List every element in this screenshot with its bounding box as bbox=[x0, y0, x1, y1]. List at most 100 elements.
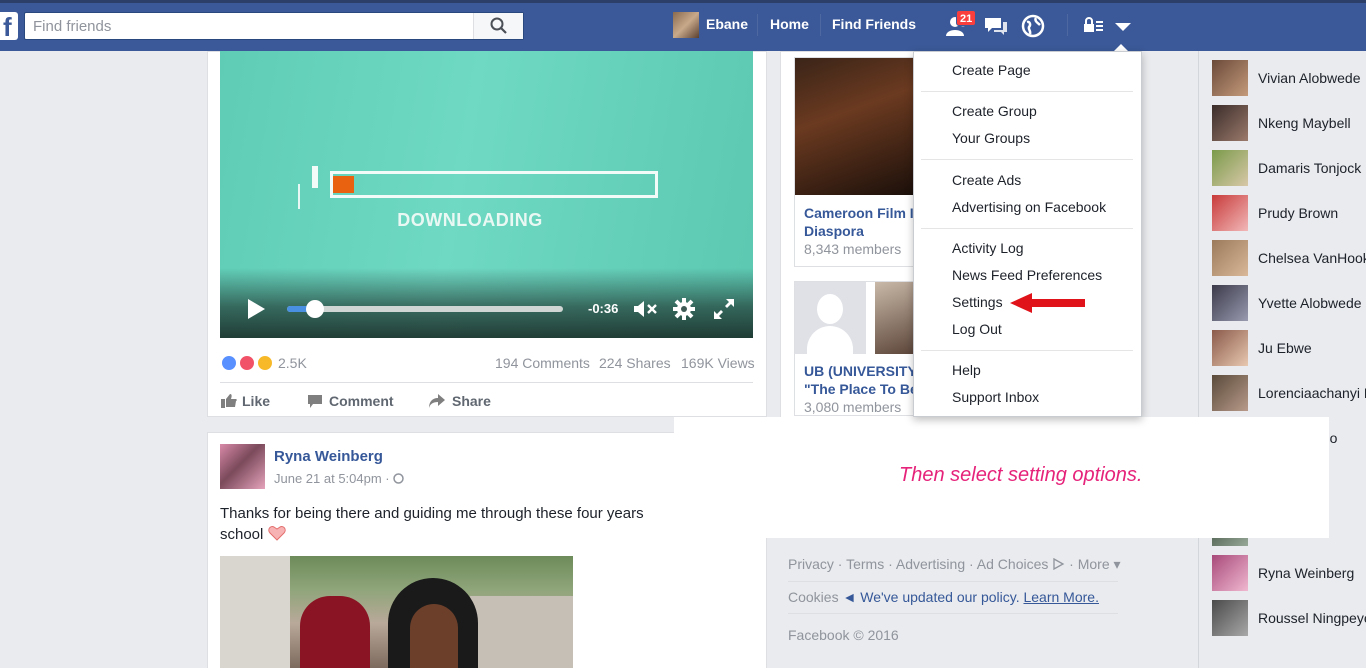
chat-contact[interactable]: Prudy Brown bbox=[1212, 195, 1366, 231]
video-overlay-text: DOWNLOADING bbox=[397, 210, 543, 230]
friend-requests-badge: 21 bbox=[956, 10, 977, 26]
search-input[interactable]: Find friends bbox=[33, 18, 111, 35]
menu-divider bbox=[921, 159, 1133, 160]
chat-contact-name: Nkeng Maybell bbox=[1258, 115, 1351, 131]
menu-item-create-ads[interactable]: Create Ads bbox=[952, 172, 1021, 188]
chat-contact-avatar bbox=[1212, 60, 1248, 96]
settings-gear-icon[interactable] bbox=[672, 297, 696, 321]
post-body: Thanks for being there and guiding me th… bbox=[220, 503, 680, 545]
search-button[interactable] bbox=[473, 13, 523, 39]
download-progress-fill bbox=[333, 176, 354, 193]
video-graphic-mark bbox=[298, 184, 300, 209]
menu-item-help[interactable]: Help bbox=[952, 362, 981, 378]
comments-count[interactable]: 194 Comments bbox=[495, 355, 590, 371]
photo-stone-sign bbox=[470, 596, 573, 668]
chat-contact[interactable]: Yvette Alobwede bbox=[1212, 285, 1366, 321]
chat-contact[interactable]: Lorenciaachanyi L bbox=[1212, 375, 1366, 411]
views-count: 169K Views bbox=[681, 355, 755, 371]
menu-item-log-out[interactable]: Log Out bbox=[952, 321, 1002, 337]
copyright: Facebook © 2016 bbox=[788, 627, 899, 643]
post-text-line: Thanks for being there and guiding me th… bbox=[220, 505, 644, 522]
video-seek-handle[interactable] bbox=[306, 300, 324, 318]
group-members: 8,343 members bbox=[804, 241, 902, 257]
footer-link-list[interactable]: Privacy · Terms · Advertising · Ad Choic… bbox=[788, 556, 1048, 572]
chat-contact-name: Ryna Weinberg bbox=[1258, 565, 1355, 581]
photo-person-gown bbox=[300, 596, 370, 668]
chat-contact-avatar bbox=[1212, 330, 1248, 366]
poster-name[interactable]: Ryna Weinberg bbox=[274, 448, 383, 465]
chat-contact-avatar bbox=[1212, 285, 1248, 321]
home-link[interactable]: Home bbox=[770, 16, 809, 32]
chat-contact[interactable]: Damaris Tonjock bbox=[1212, 150, 1366, 186]
cookies-link[interactable]: Cookies bbox=[788, 589, 839, 605]
share-button[interactable]: Share bbox=[452, 393, 491, 409]
comment-icon bbox=[308, 395, 322, 408]
privacy-shortcuts-icon[interactable] bbox=[1082, 13, 1108, 39]
menu-item-support-inbox[interactable]: Support Inbox bbox=[952, 389, 1039, 405]
video-player[interactable]: DOWNLOADING -0:36 bbox=[220, 51, 753, 338]
video-graphic-mark bbox=[312, 166, 318, 188]
video-time-remaining: -0:36 bbox=[588, 301, 619, 316]
search-box[interactable]: Find friends bbox=[24, 12, 524, 40]
chat-contact[interactable]: Ju Ebwe bbox=[1212, 330, 1366, 366]
find-friends-link[interactable]: Find Friends bbox=[832, 16, 916, 32]
tutorial-annotation-box: Then select setting options. bbox=[674, 417, 1329, 538]
chat-contact-name: Vivian Alobwede bbox=[1258, 70, 1361, 86]
video-seek-bar[interactable] bbox=[287, 306, 563, 312]
shares-count[interactable]: 224 Shares bbox=[599, 355, 671, 371]
chat-contact[interactable]: Chelsea VanHook bbox=[1212, 240, 1366, 276]
notifications-globe-icon[interactable] bbox=[1020, 13, 1046, 39]
post-divider bbox=[220, 382, 753, 383]
profile-link[interactable]: Ebane bbox=[706, 16, 748, 32]
heart-emoji-icon bbox=[267, 526, 286, 541]
group-name[interactable]: UB (UNIVERSITY "The Place To Be bbox=[804, 362, 918, 398]
group-name-line: "The Place To Be bbox=[804, 381, 918, 397]
menu-item-create-group[interactable]: Create Group bbox=[952, 103, 1037, 119]
profile-avatar[interactable] bbox=[673, 12, 699, 38]
footer-links[interactable]: Privacy · Terms · Advertising · Ad Choic… bbox=[788, 556, 1121, 573]
group-name-line: Diaspora bbox=[804, 223, 864, 239]
chat-contact[interactable]: Nkeng Maybell bbox=[1212, 105, 1366, 141]
tutorial-annotation-text: Then select setting options. bbox=[899, 464, 1143, 486]
play-icon[interactable] bbox=[246, 298, 266, 320]
fullscreen-icon[interactable] bbox=[712, 297, 736, 321]
chat-contact-avatar bbox=[1212, 105, 1248, 141]
nav-divider bbox=[757, 14, 758, 36]
comment-button[interactable]: Comment bbox=[329, 393, 394, 409]
like-button[interactable]: Like bbox=[242, 393, 270, 409]
footer-divider bbox=[788, 581, 1118, 582]
facebook-logo[interactable]: f bbox=[0, 12, 18, 42]
footer-more-link[interactable]: More bbox=[1078, 556, 1110, 572]
account-menu-chevron-down-icon[interactable] bbox=[1110, 13, 1136, 39]
poster-avatar[interactable] bbox=[220, 444, 265, 489]
photo-building bbox=[220, 556, 290, 668]
menu-divider bbox=[921, 91, 1133, 92]
menu-item-advertising[interactable]: Advertising on Facebook bbox=[952, 199, 1106, 215]
mute-icon[interactable] bbox=[633, 299, 659, 319]
chat-contact-avatar bbox=[1212, 375, 1248, 411]
policy-update-text: ◄ We've updated our policy. bbox=[842, 589, 1020, 605]
menu-item-activity-log[interactable]: Activity Log bbox=[952, 240, 1024, 256]
menu-item-news-feed-preferences[interactable]: News Feed Preferences bbox=[952, 267, 1102, 283]
share-arrow-icon bbox=[429, 394, 445, 408]
reaction-count[interactable]: 2.5K bbox=[278, 355, 307, 371]
menu-item-create-page[interactable]: Create Page bbox=[952, 62, 1031, 78]
group-name[interactable]: Cameroon Film In Diaspora bbox=[804, 204, 922, 240]
chat-contact-name: Ju Ebwe bbox=[1258, 340, 1312, 356]
messages-icon[interactable] bbox=[983, 13, 1009, 39]
chat-contact[interactable]: Ryna Weinberg bbox=[1212, 555, 1366, 591]
menu-item-settings[interactable]: Settings bbox=[952, 294, 1003, 310]
chat-contact-name: Prudy Brown bbox=[1258, 205, 1339, 221]
post-photo[interactable] bbox=[220, 556, 573, 668]
like-thumb-icon bbox=[221, 394, 237, 408]
policy-notice: Cookies ◄ We've updated our policy. Lear… bbox=[788, 589, 1099, 605]
menu-item-your-groups[interactable]: Your Groups bbox=[952, 130, 1030, 146]
post-timestamp[interactable]: June 21 at 5:04pm · bbox=[274, 471, 404, 486]
post-time-text: June 21 at 5:04pm · bbox=[274, 471, 394, 486]
chat-contact[interactable]: Roussel Ningpeye bbox=[1212, 600, 1366, 636]
chat-contact-name: Yvette Alobwede bbox=[1258, 295, 1362, 311]
learn-more-link[interactable]: Learn More. bbox=[1023, 589, 1098, 605]
chat-contact[interactable]: Vivian Alobwede bbox=[1212, 60, 1366, 96]
wow-reaction-icon bbox=[256, 354, 274, 372]
search-icon bbox=[490, 17, 507, 34]
